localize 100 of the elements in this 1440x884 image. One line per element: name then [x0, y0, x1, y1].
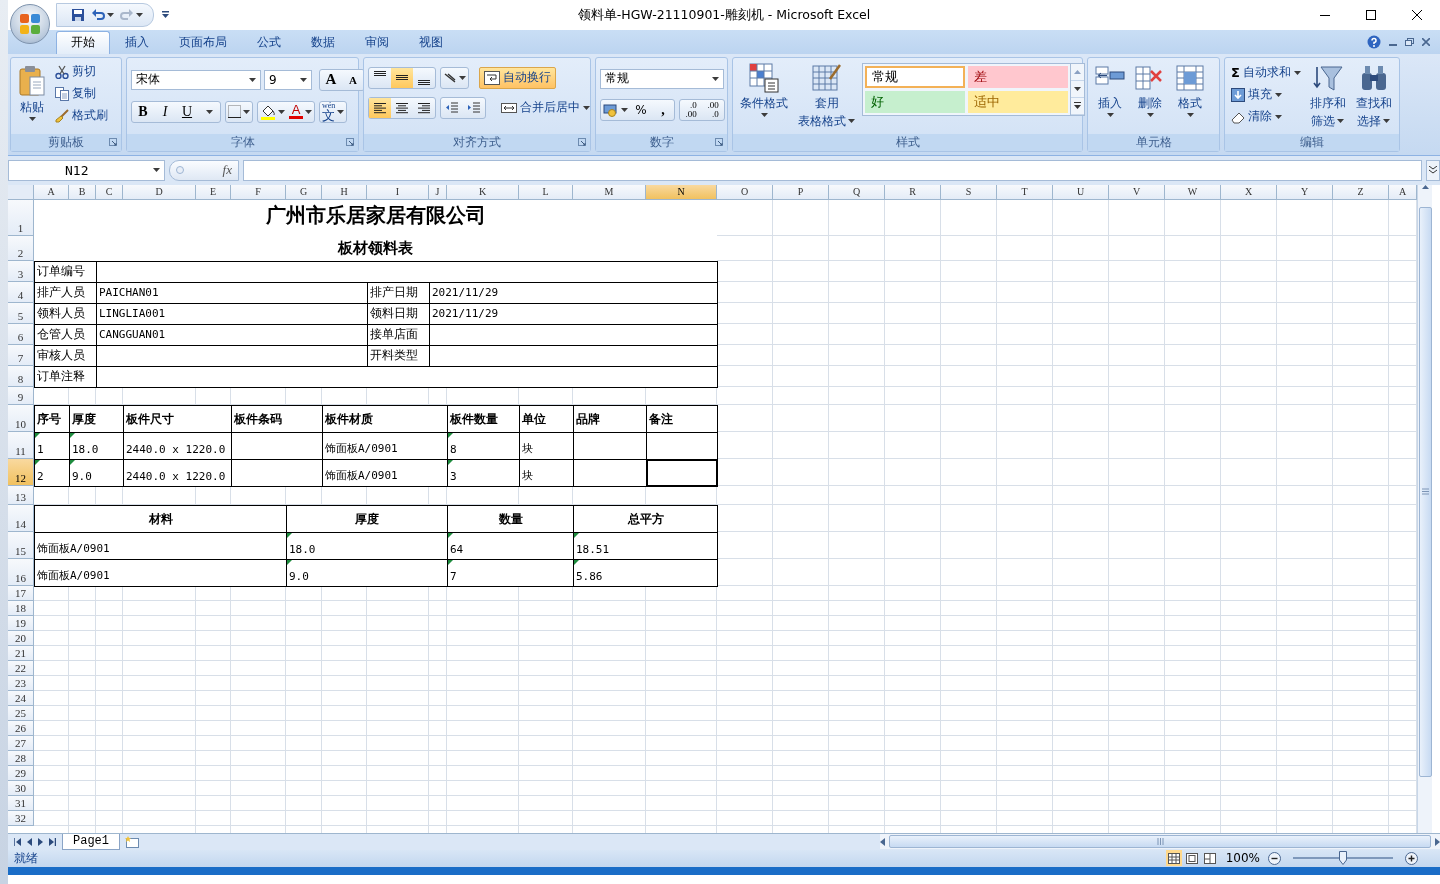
italic-button[interactable]: I [154, 101, 176, 122]
row-heading[interactable]: 7 [8, 344, 34, 366]
row-heading[interactable]: 5 [8, 302, 34, 324]
first-sheet-button[interactable] [14, 837, 21, 846]
close-icon [1412, 10, 1422, 20]
vertical-scrollbar[interactable] [1417, 184, 1432, 833]
field-value: CANGGUAN01 [96, 323, 368, 346]
clear-button[interactable]: 清除 [1229, 105, 1303, 128]
merge-center-button[interactable]: 合并后居中 [496, 96, 595, 119]
page-layout-view-button[interactable] [1183, 850, 1200, 867]
shrink-font-button[interactable]: A [342, 69, 364, 90]
fill-button[interactable]: 填充 [1229, 83, 1303, 106]
insert-function-button[interactable]: fx [169, 159, 239, 181]
delete-cells-button[interactable]: 删除 [1132, 60, 1168, 119]
grow-font-button[interactable]: A [320, 69, 342, 90]
number-format-dropdown[interactable]: 常规 [600, 68, 724, 89]
right-arrow-icon [1435, 837, 1440, 846]
caret-icon [300, 77, 307, 82]
cell-style-swatch[interactable]: 适中 [968, 90, 1068, 113]
font-color-button[interactable]: A [287, 101, 314, 122]
name-box[interactable]: N12 [8, 159, 165, 181]
format-painter-button[interactable]: 格式刷 [53, 104, 110, 127]
restore-button[interactable] [1405, 37, 1414, 46]
ribbon-tab[interactable]: 公式 [242, 30, 296, 54]
sort-filter-button[interactable]: 排序和 筛选 [1306, 60, 1349, 131]
undo-button[interactable] [91, 8, 114, 22]
page-break-view-button[interactable] [1201, 850, 1218, 867]
copy-button[interactable]: 复制 [53, 82, 110, 105]
wrap-text-icon [484, 70, 500, 85]
expand-formula-button[interactable] [1426, 159, 1440, 181]
format-cells-button[interactable]: 格式 [1172, 60, 1208, 119]
close-button[interactable] [1422, 37, 1430, 46]
row-heading[interactable]: 11 [8, 431, 34, 459]
sheet-tab[interactable]: Page1 [62, 833, 120, 850]
caret-icon [459, 75, 466, 80]
caret-icon [243, 109, 250, 114]
row-heading[interactable]: 16 [8, 558, 34, 586]
save-button[interactable] [71, 8, 85, 22]
insert-sheet-button[interactable] [124, 835, 140, 849]
ribbon-tab[interactable]: 页面布局 [164, 30, 242, 54]
row-heading[interactable]: 15 [8, 531, 34, 559]
redo-button[interactable] [120, 8, 143, 22]
row-heading[interactable]: 1 [8, 199, 34, 236]
cell-style-swatch[interactable]: 好 [865, 90, 965, 113]
ribbon-tab[interactable]: 视图 [404, 30, 458, 54]
horizontal-scrollbar[interactable] [880, 834, 1440, 850]
formula-input[interactable] [243, 159, 1422, 181]
cell-style-swatch[interactable]: 差 [968, 65, 1068, 88]
caret-icon [583, 105, 590, 110]
grid-view-icon [1167, 852, 1180, 864]
clipboard-icon [18, 64, 46, 97]
office-button[interactable] [10, 4, 50, 44]
row-heading[interactable]: 6 [8, 323, 34, 345]
phonetic-guide-button[interactable]: wén 文 [320, 101, 347, 122]
zoom-in-button[interactable] [1405, 851, 1418, 865]
format-as-table-button[interactable]: 套用 表格格式 [795, 60, 858, 131]
next-sheet-button[interactable] [38, 837, 43, 846]
conditional-formatting-button[interactable]: 条件格式 [737, 60, 791, 119]
font-size-dropdown[interactable]: 9 [264, 69, 312, 90]
percent-button[interactable]: % [630, 99, 652, 120]
row-heading[interactable]: 10 [8, 404, 34, 432]
underline-button[interactable]: U [176, 101, 198, 122]
caret-icon [305, 109, 312, 114]
table-cell: 饰面板A/0901 [322, 458, 448, 487]
row-heading[interactable]: 3 [8, 260, 34, 282]
ribbon-tab[interactable]: 插入 [110, 30, 164, 54]
paste-button[interactable]: 粘贴 [15, 62, 49, 123]
row-heading[interactable]: 2 [8, 235, 34, 261]
autosum-button[interactable]: Σ 自动求和 [1229, 61, 1303, 84]
row-heading[interactable]: 12 [8, 458, 34, 486]
increase-decimal-button[interactable]: .0 .00 [680, 99, 702, 120]
ribbon-tab[interactable]: 开始 [56, 30, 110, 54]
insert-cells-button[interactable]: 插入 [1092, 60, 1128, 119]
comma-style-button[interactable]: , [652, 99, 674, 120]
ribbon-tab[interactable]: 审阅 [350, 30, 404, 54]
zoom-level[interactable]: 100% [1225, 851, 1260, 866]
ribbon-tab[interactable]: 数据 [296, 30, 350, 54]
last-sheet-button[interactable] [49, 837, 56, 846]
cell-style-swatch[interactable]: 常规 [865, 65, 965, 88]
normal-view-button[interactable] [1165, 850, 1182, 867]
wrap-text-button[interactable]: 自动换行 [479, 66, 556, 89]
cut-button[interactable]: 剪切 [53, 60, 110, 83]
help-button[interactable] [1367, 34, 1381, 49]
customize-toolbar-button[interactable] [162, 11, 169, 19]
undo-arrow-icon [91, 8, 105, 22]
find-select-button[interactable]: 查找和 选择 [1352, 60, 1395, 131]
previous-sheet-button[interactable] [27, 837, 32, 846]
row-heading[interactable]: 4 [8, 281, 34, 303]
bold-button[interactable]: B [132, 101, 154, 122]
row-heading[interactable]: 14 [8, 504, 34, 532]
zoom-slider-thumb[interactable] [1339, 851, 1347, 866]
row-heading[interactable]: 8 [8, 365, 34, 387]
horizontal-align-button[interactable] [369, 97, 391, 118]
money-icon [603, 102, 619, 117]
decrease-decimal-button[interactable]: .00 .0 [702, 99, 724, 120]
vertical-align-button[interactable] [391, 67, 413, 88]
font-name-dropdown[interactable]: 宋体 [131, 69, 261, 90]
caret-icon [162, 11, 169, 19]
page-break-icon [1203, 852, 1216, 864]
zoom-out-button[interactable] [1268, 851, 1281, 865]
